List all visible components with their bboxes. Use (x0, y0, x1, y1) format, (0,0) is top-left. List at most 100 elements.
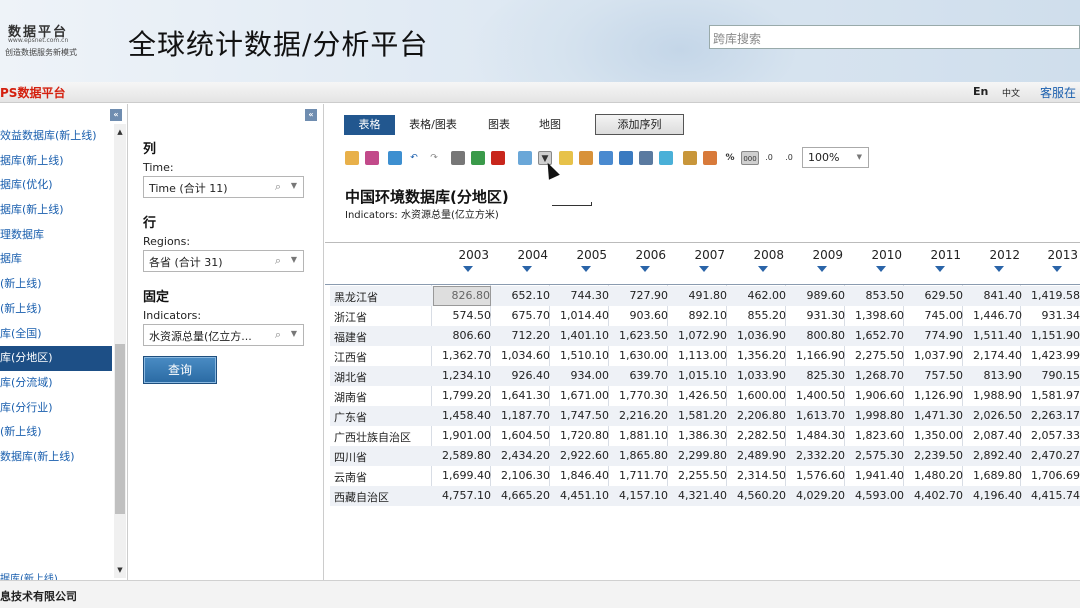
table-cell[interactable]: 2,026.50 (964, 409, 1022, 422)
table-cell[interactable]: 2,892.40 (964, 449, 1022, 462)
table-cell[interactable]: 1,581.20 (669, 409, 727, 422)
tab-table[interactable]: 表格 (344, 115, 395, 135)
table-cell[interactable]: 1,036.90 (728, 329, 786, 342)
table-cell[interactable]: 675.70 (492, 309, 551, 322)
table-cell[interactable]: 1,630.00 (610, 349, 668, 362)
table-cell[interactable]: 2,575.30 (846, 449, 904, 462)
collapse-panel-icon[interactable]: « (305, 109, 317, 121)
table-cell[interactable]: 2,589.80 (433, 449, 491, 462)
collapse-left-icon[interactable]: « (110, 109, 122, 121)
table-cell[interactable]: 2,434.20 (492, 449, 550, 462)
row-header[interactable]: 四川省 (334, 449, 367, 465)
table-cell[interactable]: 4,560.20 (728, 489, 786, 502)
pdf-icon[interactable] (491, 151, 505, 165)
table-cell[interactable]: 1,600.00 (728, 389, 786, 402)
save-icon[interactable] (365, 151, 379, 165)
sort-down-icon[interactable] (1052, 266, 1062, 272)
table-cell[interactable]: 4,415.74 (1022, 489, 1080, 502)
table-cell[interactable]: 2,922.60 (551, 449, 609, 462)
table-cell[interactable]: 1,350.00 (905, 429, 963, 442)
table-cell[interactable]: 1,604.50 (492, 429, 550, 442)
table-cell[interactable]: 491.80 (669, 289, 728, 302)
table-cell[interactable]: 790.15 (1022, 369, 1080, 382)
row-header[interactable]: 浙江省 (334, 309, 367, 325)
sidebar-item[interactable]: 据库(新上线) (0, 198, 112, 223)
table-cell[interactable]: 1,419.58 (1022, 289, 1080, 302)
sidebar-item[interactable]: 据库 (0, 247, 112, 272)
table-cell[interactable]: 1,458.40 (433, 409, 491, 422)
sort-icon[interactable] (559, 151, 573, 165)
brand-link[interactable]: PS数据平台 (0, 84, 65, 101)
lang-zh-link[interactable]: 中文 (1002, 86, 1020, 99)
thousand-separator-icon[interactable]: 000 (741, 151, 759, 165)
search-input[interactable]: 跨库搜索 (709, 25, 1080, 49)
table-cell[interactable]: 1,014.40 (551, 309, 609, 322)
table-cell[interactable]: 1,823.60 (846, 429, 904, 442)
table-cell[interactable]: 1,711.70 (610, 469, 668, 482)
sort-down-icon[interactable] (522, 266, 532, 272)
freeze-icon[interactable] (659, 151, 673, 165)
table-cell[interactable]: 855.20 (728, 309, 787, 322)
transpose-icon[interactable] (599, 151, 613, 165)
table-cell[interactable]: 727.90 (610, 289, 669, 302)
excel-icon[interactable] (471, 151, 485, 165)
sidebar-item[interactable]: 库(全国) (0, 322, 112, 347)
sidebar-item[interactable]: 库(分地区) (0, 346, 112, 371)
table-cell[interactable]: 1,689.80 (964, 469, 1022, 482)
tab-table-chart[interactable]: 表格/图表 (403, 115, 463, 135)
sort-down-icon[interactable] (640, 266, 650, 272)
indicators-select[interactable]: 水资源总量(亿立方... ⌕ ▼ (143, 324, 304, 346)
year-column-header[interactable]: 2010 (844, 248, 902, 262)
table-cell[interactable]: 774.90 (905, 329, 964, 342)
columns-icon[interactable] (619, 151, 633, 165)
table-cell[interactable]: 1,799.20 (433, 389, 491, 402)
sort-down-icon[interactable] (935, 266, 945, 272)
table-cell[interactable]: 2,314.50 (728, 469, 786, 482)
sidebar-item[interactable]: (新上线) (0, 272, 112, 297)
table-cell[interactable]: 1,072.90 (669, 329, 727, 342)
table-cell[interactable]: 757.50 (905, 369, 964, 382)
table-cell[interactable]: 4,757.10 (433, 489, 491, 502)
table-cell[interactable]: 652.10 (492, 289, 551, 302)
table-cell[interactable]: 1,446.70 (964, 309, 1022, 322)
table-cell[interactable]: 1,356.20 (728, 349, 786, 362)
table-cell[interactable]: 1,234.10 (433, 369, 491, 382)
table-cell[interactable]: 1,187.70 (492, 409, 550, 422)
table-cell[interactable]: 2,206.80 (728, 409, 786, 422)
table-cell[interactable]: 1,126.90 (905, 389, 963, 402)
table-cell[interactable]: 2,282.50 (728, 429, 786, 442)
row-header[interactable]: 广西壮族自治区 (334, 429, 411, 445)
sort-down-icon[interactable] (581, 266, 591, 272)
table-cell[interactable]: 1,901.00 (433, 429, 491, 442)
table-cell[interactable]: 2,263.17 (1022, 409, 1080, 422)
query-button[interactable]: 查询 (143, 356, 217, 384)
table-cell[interactable]: 1,613.70 (787, 409, 845, 422)
table-cell[interactable]: 800.80 (787, 329, 846, 342)
chart-settings-icon[interactable] (703, 151, 717, 165)
percent-icon[interactable]: % (723, 151, 737, 165)
sidebar-item[interactable]: 理数据库 (0, 223, 112, 248)
sidebar-item[interactable]: 数据库(新上线) (0, 445, 112, 470)
sidebar-item[interactable]: (新上线) (0, 420, 112, 445)
redo-icon[interactable]: ↷ (427, 151, 441, 165)
table-cell[interactable]: 2,087.40 (964, 429, 1022, 442)
table-cell[interactable]: 1,747.50 (551, 409, 609, 422)
table-cell[interactable]: 4,029.20 (787, 489, 845, 502)
table-cell[interactable]: 841.40 (964, 289, 1023, 302)
chevron-down-icon[interactable]: ▼ (291, 255, 297, 264)
sidebar-item[interactable]: 库(分流域) (0, 371, 112, 396)
year-column-header[interactable]: 2008 (726, 248, 784, 262)
year-column-header[interactable]: 2013 (1020, 248, 1078, 262)
scroll-up-icon[interactable]: ▲ (115, 128, 125, 138)
table-cell[interactable]: 4,196.40 (964, 489, 1022, 502)
table-cell[interactable]: 4,321.40 (669, 489, 727, 502)
chevron-down-icon[interactable]: ▼ (291, 329, 297, 338)
table-cell[interactable]: 825.30 (787, 369, 846, 382)
search-icon[interactable]: ⌕ (275, 254, 281, 268)
table-cell[interactable]: 926.40 (492, 369, 551, 382)
search-icon[interactable]: ⌕ (275, 180, 281, 194)
time-select[interactable]: Time (合计 11) ⌕ ▼ (143, 176, 304, 198)
table-cell[interactable]: 853.50 (846, 289, 905, 302)
sort-down-icon[interactable] (758, 266, 768, 272)
table-cell[interactable]: 1,581.97 (1022, 389, 1080, 402)
